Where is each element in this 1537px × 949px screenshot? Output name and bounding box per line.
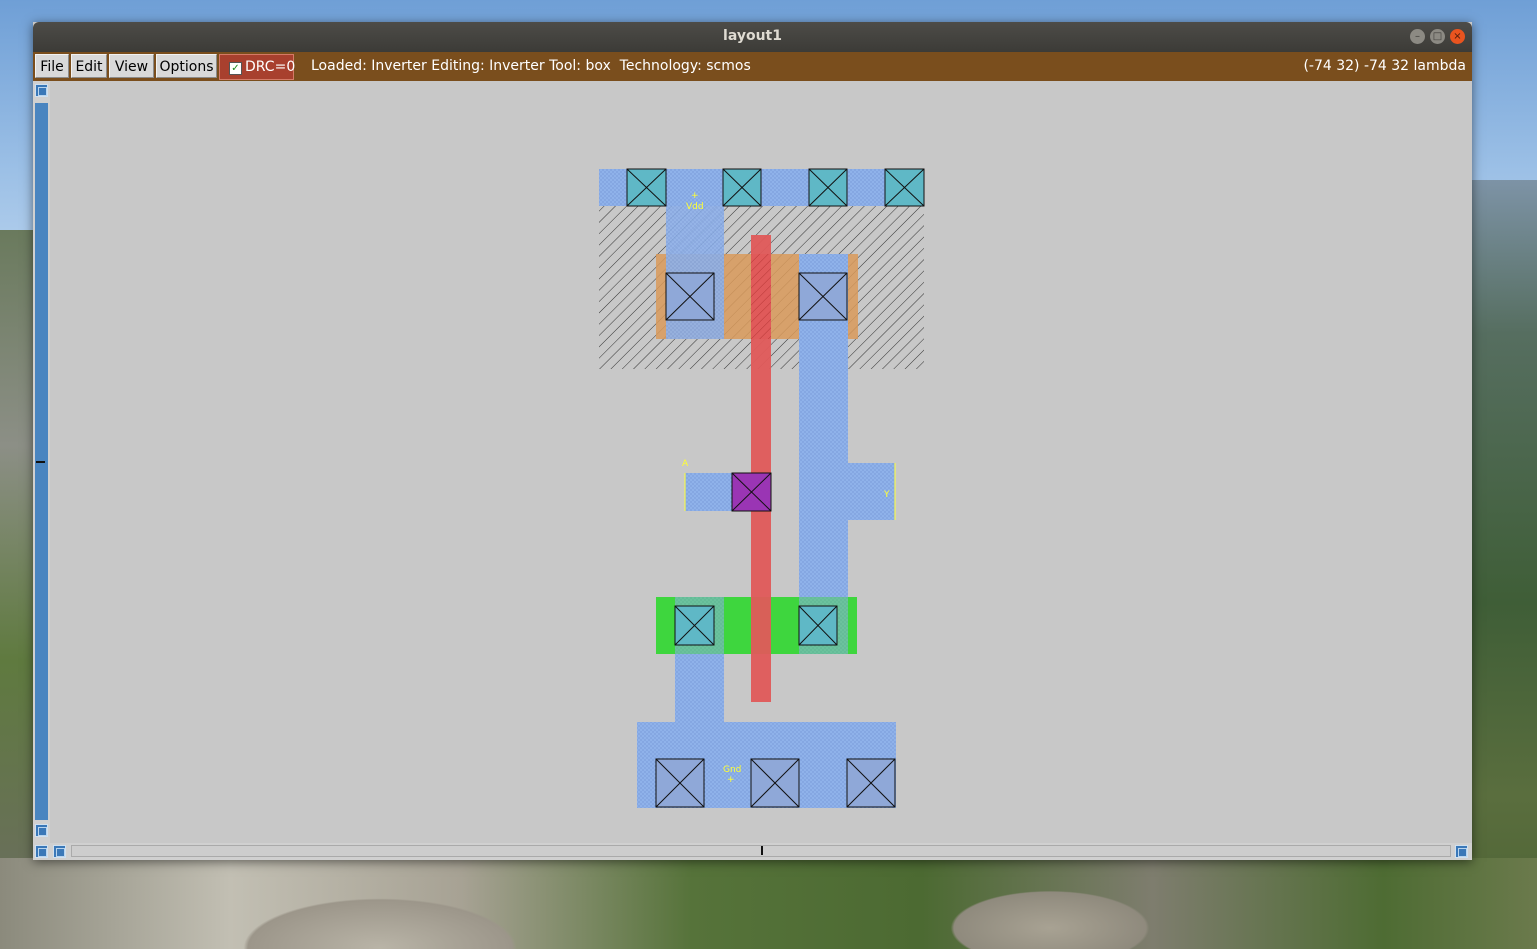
output-label: Y xyxy=(883,490,890,500)
maximize-button[interactable]: □ xyxy=(1430,29,1445,44)
contact xyxy=(674,605,715,646)
horizontal-scroll-position-marker xyxy=(761,846,763,855)
horizontal-scrollbar[interactable] xyxy=(33,843,1472,860)
window-title: layout1 xyxy=(723,28,782,44)
poly-contact xyxy=(731,472,772,512)
vertical-scrollbar[interactable] xyxy=(33,81,50,844)
menu-view[interactable]: View xyxy=(109,54,154,78)
scroll-up-button[interactable] xyxy=(35,84,48,97)
vertical-scroll-position-marker xyxy=(36,461,45,463)
desktop-mountain-right xyxy=(1467,180,1537,949)
layout-drawing[interactable]: + + Vdd Gnd A Y xyxy=(50,81,1472,843)
poly-gate-pmos-overlap xyxy=(751,254,771,339)
contact xyxy=(722,168,762,207)
scroll-down-button[interactable] xyxy=(35,824,48,837)
window-titlebar[interactable]: layout1 – □ × xyxy=(33,22,1472,52)
checkbox-checked-icon[interactable]: ✓ xyxy=(229,62,242,75)
drc-toggle[interactable]: ✓ DRC=0 xyxy=(219,54,296,80)
scroll-left-page-button[interactable] xyxy=(53,845,66,858)
metal1-input-pad xyxy=(685,473,732,511)
scroll-right-button[interactable] xyxy=(1455,845,1468,858)
contact xyxy=(626,168,667,207)
close-button[interactable]: × xyxy=(1450,29,1465,44)
contact xyxy=(665,272,715,321)
contact xyxy=(846,758,896,808)
gnd-label-cross: + xyxy=(727,775,735,785)
gnd-label: Gnd xyxy=(723,765,741,775)
drc-label: DRC=0 xyxy=(245,59,296,75)
contact xyxy=(884,168,925,207)
vdd-label: Vdd xyxy=(686,202,704,212)
input-label: A xyxy=(682,459,689,469)
vdd-label-cross: + xyxy=(691,191,699,201)
menu-file[interactable]: File xyxy=(35,54,69,78)
minimize-button[interactable]: – xyxy=(1410,29,1425,44)
contact xyxy=(655,758,705,808)
contact xyxy=(808,168,848,207)
contact xyxy=(798,605,838,646)
desktop-rocks xyxy=(0,858,1537,949)
scroll-left-button[interactable] xyxy=(35,845,48,858)
contact xyxy=(750,758,800,808)
layout-canvas[interactable]: + + Vdd Gnd A Y xyxy=(50,81,1472,843)
metal1-gnd-strap xyxy=(675,654,724,722)
menubar: File Edit View Options ✓ DRC=0 Loaded: I… xyxy=(33,52,1472,81)
contact xyxy=(798,272,848,321)
status-text: Loaded: Inverter Editing: Inverter Tool:… xyxy=(311,58,751,74)
gnd-contacts xyxy=(655,758,896,808)
menu-edit[interactable]: Edit xyxy=(71,54,107,78)
menu-options[interactable]: Options xyxy=(156,54,217,78)
layout-window: layout1 – □ × File Edit View Options ✓ D… xyxy=(33,22,1472,860)
coordinate-readout: (-74 32) -74 32 lambda xyxy=(1303,58,1466,74)
